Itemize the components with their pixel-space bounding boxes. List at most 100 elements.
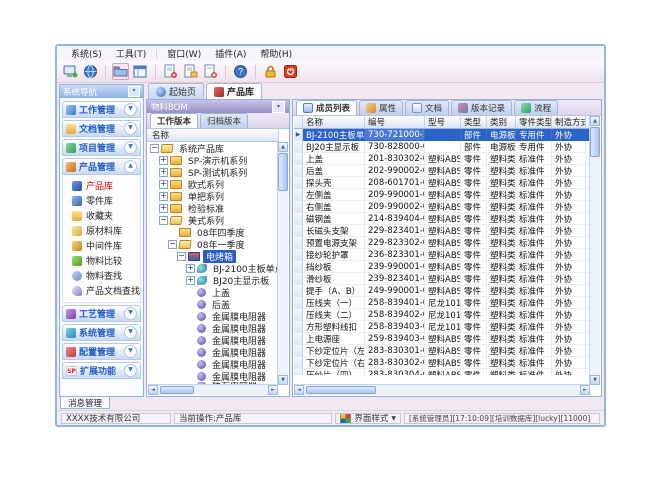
doc-open-icon[interactable] <box>182 63 199 80</box>
help-icon[interactable]: ? <box>232 63 249 80</box>
document-tab[interactable]: 起始页 <box>148 83 204 99</box>
table-row[interactable]: BJ20主显示板730-828000-04X部件电源板专用件外协颗 <box>294 141 590 153</box>
grid-column-header[interactable]: 型号 <box>425 116 461 129</box>
grid-column-header[interactable]: 制造方式 <box>552 116 586 129</box>
tree-expand-icon[interactable]: + <box>186 264 195 273</box>
sidebar-group-header[interactable]: 配置管理▼ <box>62 343 141 360</box>
tree-node[interactable]: +BJ20主显示板 <box>148 274 278 286</box>
lock-icon[interactable] <box>262 63 279 80</box>
chevron-up-icon[interactable]: ▲ <box>124 160 137 173</box>
table-row[interactable]: 上盖201-830302-00X塑料ABS零件塑料类标准件外协条 <box>294 153 590 165</box>
chevron-down-icon[interactable]: ▼ <box>124 345 137 358</box>
tree-collapse-icon[interactable]: − <box>159 216 168 225</box>
table-row[interactable]: 长磁头支架229-823401-00X塑料ABS零件塑料类标准件外协条 <box>294 225 590 237</box>
sidebar-item[interactable]: 零件库 <box>63 193 140 208</box>
menu-item[interactable]: 系统(S) <box>65 46 108 61</box>
tree-collapse-icon[interactable]: − <box>150 144 159 153</box>
scroll-left-icon[interactable]: ◄ <box>294 385 304 395</box>
tree-node[interactable]: +BJ-2100主板单点 <box>148 262 278 274</box>
tree-collapse-icon[interactable]: − <box>177 252 186 261</box>
table-row[interactable]: 右侧盖209-990002-01X塑料ABS零件塑料类标准件外协条 <box>294 201 590 213</box>
tree-node[interactable]: 金属膜电阻器 <box>148 334 278 346</box>
menu-item[interactable]: 帮助(H) <box>254 46 298 61</box>
folder-icon[interactable] <box>112 63 129 80</box>
version-tab[interactable]: 归档版本 <box>200 113 248 128</box>
panel-pin-button[interactable]: ▾ <box>272 101 285 113</box>
chevron-down-icon[interactable]: ▼ <box>124 364 137 377</box>
menu-item[interactable]: 工具(T) <box>110 46 153 61</box>
table-row[interactable]: 接纱轮护罩236-823301-00X塑料ABS零件塑料类标准件外协条 <box>294 249 590 261</box>
tree-expand-icon[interactable]: + <box>159 156 168 165</box>
scroll-up-icon[interactable]: ▲ <box>278 142 288 152</box>
chevron-down-icon[interactable]: ▼ <box>124 103 137 116</box>
tree-hscroll-thumb[interactable] <box>160 386 194 394</box>
scroll-right-icon[interactable]: ► <box>268 385 278 395</box>
sidebar-group-header[interactable]: 项目管理▼ <box>62 139 141 156</box>
interface-style-button[interactable]: 界面样式 ▼ <box>335 413 401 424</box>
sidebar-group-header[interactable]: SP扩展功能▼ <box>62 362 141 379</box>
table-row[interactable]: 后盖202-990002-01X塑料ABS零件塑料类标准件外协条 <box>294 165 590 177</box>
tree-node[interactable]: +检验标准 <box>148 202 278 214</box>
members-tab[interactable]: 文档 <box>405 100 449 115</box>
tree-scroll-thumb[interactable] <box>278 153 288 191</box>
tree-node[interactable]: 金属膜电阻器 <box>148 310 278 322</box>
tree-horizontal-scrollbar[interactable]: ◄ ► <box>148 384 278 395</box>
grid-column-header[interactable]: 类型 <box>461 116 487 129</box>
tree-node[interactable]: +欧式系列 <box>148 178 278 190</box>
doc-delete-icon[interactable] <box>202 63 219 80</box>
members-tab[interactable]: 属性 <box>359 100 403 115</box>
sidebar-item[interactable]: 原材料库 <box>63 223 140 238</box>
grid-hscroll-thumb[interactable] <box>306 386 376 394</box>
tree-node[interactable]: 金属膜电阻器 <box>148 358 278 370</box>
table-row[interactable]: 磁钢盖214-839404-01X塑料ABS零件塑料类标准件外协条 <box>294 213 590 225</box>
chevron-down-icon[interactable]: ▼ <box>124 122 137 135</box>
tree-node[interactable]: 上盖 <box>148 286 278 298</box>
sidebar-item[interactable]: 物料查找 <box>63 268 140 283</box>
sidebar-group-header[interactable]: 工作管理▼ <box>62 101 141 118</box>
tree-vertical-scrollbar[interactable]: ▲ ▼ <box>277 142 288 385</box>
table-row[interactable]: 预置电源支架229-823302-00X塑料ABS零件塑料类标准件外协条 <box>294 237 590 249</box>
tree-node[interactable]: −系统产品库 <box>148 142 278 154</box>
sidebar-group-header[interactable]: 文档管理▼ <box>62 120 141 137</box>
tree-node[interactable]: −08年一季度 <box>148 238 278 250</box>
tree-node[interactable]: +单把系列 <box>148 190 278 202</box>
members-tab[interactable]: 流程 <box>514 100 558 115</box>
sidebar-group-header[interactable]: 系统管理▼ <box>62 324 141 341</box>
sidebar-item[interactable]: 中间件库 <box>63 238 140 253</box>
table-row[interactable]: 压线夹（一）258-839401-00X尼龙1010零件塑料类标准件外协条 <box>294 297 590 309</box>
menu-item[interactable]: 插件(A) <box>209 46 252 61</box>
grid-scroll-thumb[interactable] <box>590 127 600 157</box>
window-layout-icon[interactable] <box>132 63 149 80</box>
document-tab[interactable]: 产品库 <box>206 83 262 99</box>
grid-column-header[interactable]: 零件类型 <box>516 116 552 129</box>
globe-icon[interactable] <box>82 63 99 80</box>
grid-horizontal-scrollbar[interactable]: ◄ ► <box>294 384 590 395</box>
table-row[interactable]: 挡纱板239-990001-01X塑料ABS零件塑料类标准件外协条 <box>294 261 590 273</box>
chevron-down-icon[interactable]: ▼ <box>124 326 137 339</box>
tree-node[interactable]: 08年四季度 <box>148 226 278 238</box>
table-row[interactable]: ▶BJ-2100主板单点730-721000-12X部件电源板专用件外协颗 <box>294 129 590 141</box>
tree-node[interactable]: −电烤箱 <box>148 250 278 262</box>
sidebar-item[interactable]: 收藏夹 <box>63 208 140 223</box>
table-row[interactable]: 探头壳208-601701-01X塑料ABS零件塑料类标准件外协条 <box>294 177 590 189</box>
tree-expand-icon[interactable]: + <box>159 168 168 177</box>
scroll-up-icon[interactable]: ▲ <box>590 116 600 126</box>
members-tab[interactable]: 版本记录 <box>451 100 512 115</box>
table-row[interactable]: 压纱片（四）283-830304-00X塑料ABS零件塑料类标准件外协条 <box>294 369 590 375</box>
scroll-right-icon[interactable]: ► <box>580 385 590 395</box>
version-tab[interactable]: 工作版本 <box>150 113 198 128</box>
tree-node[interactable]: −美式系列 <box>148 214 278 226</box>
sidebar-group-header[interactable]: 产品管理▲ <box>62 158 141 175</box>
table-row[interactable]: 左侧盖209-990001-01X塑料ABS零件塑料类标准件外协条 <box>294 189 590 201</box>
tree-collapse-icon[interactable]: − <box>168 240 177 249</box>
doc-new-icon[interactable] <box>162 63 179 80</box>
chevron-down-icon[interactable]: ▼ <box>124 141 137 154</box>
message-management-tab[interactable]: 消息管理 <box>60 396 110 409</box>
scroll-left-icon[interactable]: ◄ <box>148 385 158 395</box>
table-row[interactable]: 方形塑料线扣258-839403-00X尼龙1010零件塑料类标准件外协条 <box>294 321 590 333</box>
monitor-icon[interactable] <box>62 63 79 80</box>
tree-node[interactable]: +SP-演示机系列 <box>148 154 278 166</box>
table-row[interactable]: 上电源座259-839403-00X塑料ABS零件塑料类标准件外协条 <box>294 333 590 345</box>
tree-node[interactable]: +SP-测试机系列 <box>148 166 278 178</box>
tree-node[interactable]: 金属膜电阻器 <box>148 346 278 358</box>
